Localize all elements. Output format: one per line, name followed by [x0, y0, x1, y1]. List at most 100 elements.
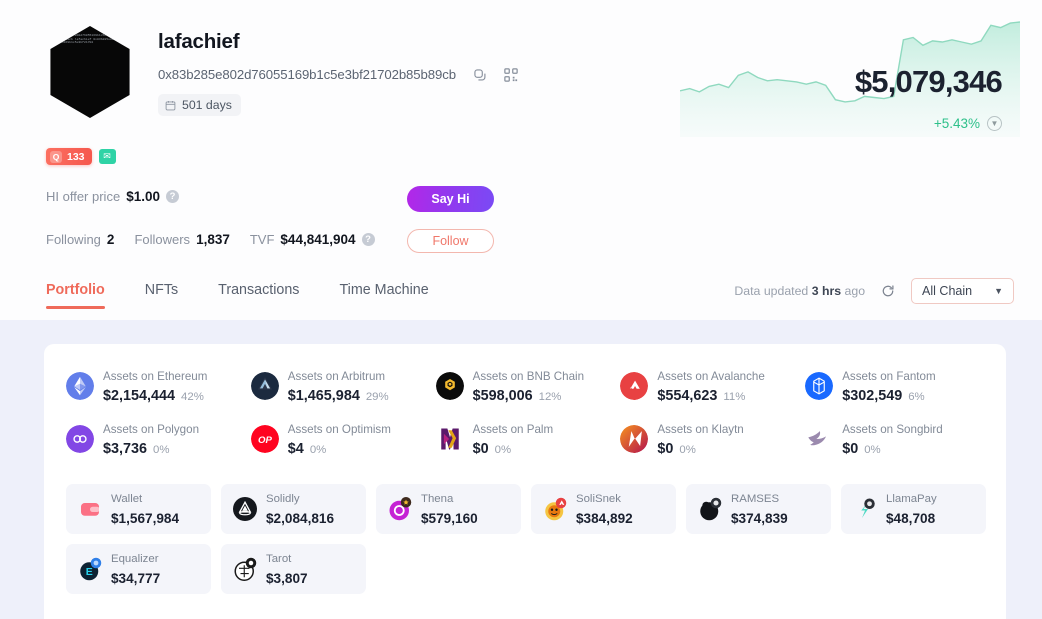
bnb-chain-icon: [435, 371, 464, 400]
followers-stat[interactable]: Followers 1,837: [134, 232, 229, 247]
profile-page: 0x83b285e802d76055169b1c5e3bf21702b85b89…: [0, 0, 1042, 619]
protocol-amount: $374,839: [731, 511, 788, 526]
protocol-amount: $3,807: [266, 571, 308, 586]
portfolio-card: Assets on Ethereum $2,154,444 42% Assets…: [44, 344, 1006, 619]
ramses-icon: [698, 497, 722, 521]
songbird-icon: [805, 424, 834, 453]
protocol-card-solidly[interactable]: Solidly $2,084,816: [221, 484, 366, 534]
fantom-icon: [805, 371, 834, 400]
chain-item-arbitrum[interactable]: Assets on Arbitrum $1,465,984 29%: [250, 366, 432, 405]
protocol-name: Wallet: [111, 493, 143, 506]
chain-assets-grid: Assets on Ethereum $2,154,444 42% Assets…: [66, 366, 986, 458]
portfolio-total-value: $5,079,346: [854, 64, 1003, 99]
mail-badge-icon[interactable]: ✉: [98, 149, 116, 164]
portfolio-change-percent: +5.43%: [933, 116, 980, 131]
chain-item-bnb-chain[interactable]: Assets on BNB Chain $598,006 12%: [435, 366, 617, 405]
chain-filter-select[interactable]: All Chain ▼: [911, 278, 1014, 304]
protocol-name: RAMSES: [731, 493, 780, 506]
solidly-icon: [233, 497, 257, 521]
avalanche-icon: [620, 371, 649, 400]
ethereum-icon: [66, 371, 94, 400]
profile-header: 0x83b285e802d76055169b1c5e3bf21702b85b89…: [0, 0, 1042, 320]
chain-name: Assets on Fantom: [842, 370, 936, 383]
tab-transactions[interactable]: Transactions: [218, 282, 299, 309]
chain-item-avalanche[interactable]: Assets on Avalanche $554,623 11%: [620, 366, 801, 405]
followers-label: Followers: [134, 232, 191, 247]
chain-amount: $0: [842, 441, 859, 457]
chain-amount: $3,736: [103, 441, 148, 457]
rank-badge[interactable]: Q 133: [46, 148, 92, 165]
chain-item-fantom[interactable]: Assets on Fantom $302,549 6%: [805, 366, 986, 405]
protocol-cards-grid: Wallet $1,567,984 Solidly $2,084,816 The…: [66, 484, 986, 594]
protocol-name: Equalizer: [111, 553, 159, 566]
badge-row: Q 133 ✉: [46, 148, 116, 165]
chain-amount: $0: [472, 441, 489, 457]
social-stats-row: Following 2 Followers 1,837 TVF $44,841,…: [46, 232, 375, 247]
protocol-card-tarot[interactable]: Tarot $3,807: [221, 544, 366, 594]
tab-time-machine[interactable]: Time Machine: [339, 282, 428, 309]
chain-item-klaytn[interactable]: Assets on Klaytn $0 0%: [620, 419, 801, 458]
protocol-card-ramses[interactable]: RAMSES $374,839: [686, 484, 831, 534]
chain-item-polygon[interactable]: Assets on Polygon $3,736 0%: [66, 419, 247, 458]
say-hi-button[interactable]: Say Hi: [407, 186, 494, 212]
account-age-chip: 501 days: [158, 94, 241, 116]
protocol-amount: $34,777: [111, 571, 161, 586]
rank-icon: Q: [50, 150, 62, 163]
chain-percent: 0%: [679, 444, 696, 456]
help-icon-offer[interactable]: ?: [165, 190, 179, 203]
tab-portfolio[interactable]: Portfolio: [46, 282, 105, 309]
account-age-label: 501 days: [182, 98, 232, 112]
chain-amount: $0: [657, 441, 674, 457]
toolbar-right: Data updated 3 hrs ago All Chain ▼: [734, 278, 1014, 304]
equalizer-icon: E: [78, 557, 102, 581]
chain-amount: $554,623: [657, 388, 718, 404]
protocol-card-wallet[interactable]: Wallet $1,567,984: [66, 484, 211, 534]
protocol-card-thena[interactable]: Thena $579,160: [376, 484, 521, 534]
chain-item-ethereum[interactable]: Assets on Ethereum $2,154,444 42%: [66, 366, 247, 405]
chain-item-songbird[interactable]: Assets on Songbird $0 0%: [805, 419, 986, 458]
protocol-amount: $384,892: [576, 511, 633, 526]
following-label: Following: [46, 232, 101, 247]
chain-item-palm[interactable]: Assets on Palm $0 0%: [435, 419, 617, 458]
protocol-card-solisnek[interactable]: SoliSnek $384,892: [531, 484, 676, 534]
solisnek-icon: [543, 497, 567, 521]
chain-name: Assets on BNB Chain: [472, 370, 585, 383]
chain-name: Assets on Optimism: [287, 423, 391, 436]
refresh-icon[interactable]: [881, 284, 895, 298]
chain-amount: $4: [287, 441, 304, 457]
calendar-icon: [165, 100, 176, 111]
chain-item-optimism[interactable]: OP Assets on Optimism $4 0%: [250, 419, 432, 458]
chain-filter-label: All Chain: [922, 284, 973, 298]
svg-text:OP: OP: [258, 434, 272, 445]
protocol-card-llamapay[interactable]: LlamaPay $48,708: [841, 484, 986, 534]
chain-percent: 0%: [864, 444, 881, 456]
chain-name: Assets on Songbird: [842, 423, 943, 436]
protocol-amount: $2,084,816: [266, 511, 335, 526]
avatar[interactable]: 0x83b285e802d76055169b1c5e3bf21702b85b89…: [50, 26, 130, 118]
chain-name: Assets on Arbitrum: [287, 370, 386, 383]
chevron-down-icon[interactable]: ▼: [987, 116, 1002, 131]
tvf-value: $44,841,904: [280, 232, 356, 247]
protocol-name: Solidly: [266, 493, 300, 506]
protocol-name: LlamaPay: [886, 493, 937, 506]
chain-name: Assets on Polygon: [103, 423, 200, 436]
help-icon-tvf[interactable]: ?: [361, 233, 375, 246]
chain-name: Assets on Klaytn: [657, 423, 744, 436]
protocol-amount: $579,160: [421, 511, 478, 526]
data-updated-value: 3 hrs: [811, 284, 842, 298]
rank-count: 133: [67, 150, 85, 163]
follow-button[interactable]: Follow: [407, 229, 494, 253]
thena-icon: [388, 497, 412, 521]
chain-amount: $2,154,444: [103, 388, 176, 404]
following-stat[interactable]: Following 2: [46, 232, 114, 247]
protocol-card-equalizer[interactable]: E Equalizer $34,777: [66, 544, 211, 594]
tab-nfts[interactable]: NFTs: [145, 282, 178, 309]
protocol-name: Tarot: [266, 553, 292, 566]
chain-percent: 29%: [365, 391, 389, 403]
chain-percent: 12%: [538, 391, 562, 403]
address-row: 0x83b285e802d76055169b1c5e3bf21702b85b89…: [158, 67, 518, 82]
protocol-amount: $1,567,984: [111, 511, 180, 526]
qr-code-icon[interactable]: [504, 67, 518, 82]
page-title: lafachief: [158, 30, 240, 53]
copy-icon[interactable]: [473, 68, 487, 82]
